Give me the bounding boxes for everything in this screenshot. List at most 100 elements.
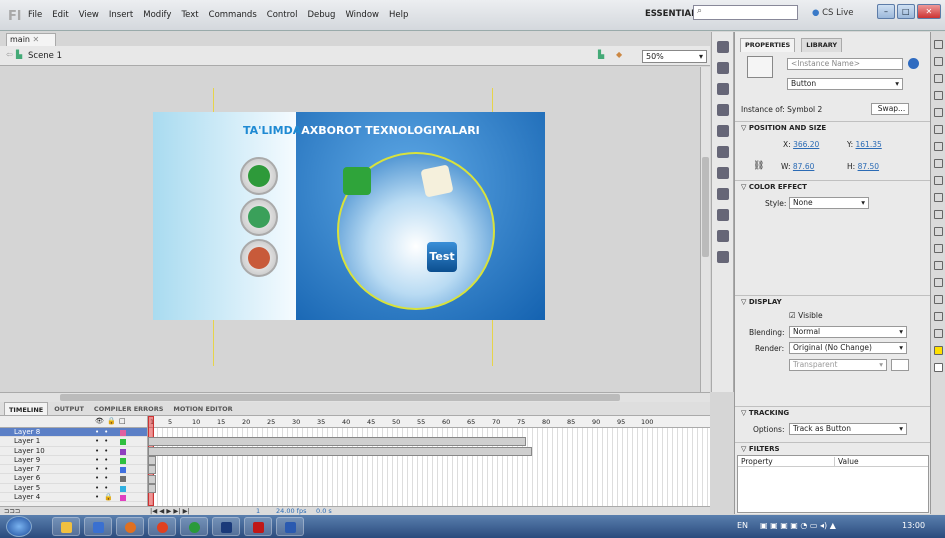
language-indicator[interactable]: EN: [737, 521, 748, 530]
menu-file[interactable]: File: [28, 10, 42, 20]
layer-row[interactable]: Layer 8 ••: [0, 428, 147, 438]
tray-icons[interactable]: ▣ ▣ ▣ ▣ ◔ ▭ ◂) ▲: [760, 521, 836, 530]
stage-horizontal-scrollbar[interactable]: [0, 392, 710, 402]
tab-library[interactable]: LIBRARY: [801, 38, 843, 52]
paint-bucket-icon[interactable]: [933, 261, 943, 270]
lock-icon[interactable]: 🔒: [107, 417, 116, 425]
eyedropper-icon[interactable]: [933, 278, 943, 287]
history-icon[interactable]: [716, 230, 729, 242]
layer-color[interactable]: [120, 448, 126, 455]
playback-controls[interactable]: |◀ ◀ ▶ ▶| ▶|: [150, 507, 190, 515]
swatches-icon[interactable]: [716, 125, 729, 137]
clock[interactable]: 13:00: [902, 521, 925, 530]
lasso-icon[interactable]: [933, 108, 943, 117]
menu-help[interactable]: Help: [389, 10, 408, 20]
layer-color[interactable]: [120, 457, 126, 464]
h-value[interactable]: 87.50: [858, 162, 879, 171]
align-icon[interactable]: [716, 41, 729, 53]
subselection-tool-icon[interactable]: [933, 57, 943, 66]
taskbar-chrome[interactable]: [180, 517, 208, 536]
layer-color[interactable]: [120, 430, 126, 436]
brush-icon[interactable]: [933, 210, 943, 219]
pencil-icon[interactable]: [933, 193, 943, 202]
frame-span[interactable]: [148, 456, 156, 465]
layer-row[interactable]: Layer 7 ••: [0, 465, 147, 475]
test-button[interactable]: Test: [427, 242, 457, 272]
menu-commands[interactable]: Commands: [209, 10, 257, 20]
menu-control[interactable]: Control: [267, 10, 298, 20]
layer-toggles[interactable]: •🔒: [95, 493, 118, 502]
stage-vertical-scrollbar[interactable]: [700, 67, 710, 392]
document-tab[interactable]: main ✕: [6, 33, 56, 46]
people-button[interactable]: [240, 239, 278, 277]
filters-header[interactable]: ▽ FILTERS: [735, 442, 931, 454]
y-value[interactable]: 161.35: [856, 140, 882, 149]
menu-text[interactable]: Text: [181, 10, 198, 20]
frame-span[interactable]: [148, 437, 526, 446]
back-arrow-icon[interactable]: ⇦: [6, 50, 13, 59]
layer-toggles[interactable]: ••: [95, 484, 113, 493]
visible-checkbox[interactable]: ☑ Visible: [789, 311, 823, 320]
tracking-options-select[interactable]: Track as Button ▾: [789, 423, 907, 435]
layer-toggles[interactable]: ••: [95, 474, 113, 483]
display-header[interactable]: ▽ DISPLAY: [735, 295, 931, 307]
taskbar-photoshop[interactable]: [212, 517, 240, 536]
color-effect-header[interactable]: ▽ COLOR EFFECT: [735, 180, 931, 192]
line-tool-icon[interactable]: [933, 159, 943, 168]
frame-span[interactable]: [148, 475, 156, 484]
transform-icon[interactable]: [716, 83, 729, 95]
taskbar-flash[interactable]: [244, 517, 272, 536]
w-value[interactable]: 87.60: [793, 162, 814, 171]
render-select[interactable]: Original (No Change) ▾: [789, 342, 907, 354]
frame-ruler[interactable]: 1 5 10 15 20 25 30 35 40 45 50 55 60 65 …: [148, 416, 710, 428]
close-tab-icon[interactable]: ✕: [33, 35, 40, 44]
tab-timeline[interactable]: TIMELINE: [4, 402, 49, 415]
taskbar-app[interactable]: [84, 517, 112, 536]
free-transform-icon[interactable]: [933, 74, 943, 83]
layer-toggles[interactable]: ••: [95, 428, 113, 437]
layer-toggles[interactable]: ••: [95, 456, 113, 465]
close-button[interactable]: ✕: [916, 4, 941, 19]
layer-toggles[interactable]: ••: [95, 447, 113, 456]
eye-icon[interactable]: 👁: [95, 417, 104, 425]
position-size-header[interactable]: ▽ POSITION AND SIZE: [735, 121, 931, 133]
text-tool-icon[interactable]: [933, 142, 943, 151]
new-layer-icon[interactable]: ⊐⊐⊐: [4, 507, 20, 515]
scene-label[interactable]: Scene 1: [28, 51, 62, 61]
menu-edit[interactable]: Edit: [52, 10, 68, 20]
project-icon[interactable]: [716, 209, 729, 221]
tab-compiler-errors[interactable]: COMPILER ERRORS: [90, 402, 167, 415]
taskbar-explorer[interactable]: [52, 517, 80, 536]
layer-color[interactable]: [120, 495, 126, 502]
stage-canvas[interactable]: TA'LIMDAAXBOROT TEXNOLOGIYALARI Test: [153, 112, 545, 320]
selection-tool-icon[interactable]: [933, 40, 943, 49]
info-icon[interactable]: [716, 62, 729, 74]
frame-span[interactable]: [148, 447, 532, 456]
bone-icon[interactable]: [933, 244, 943, 253]
scroll-thumb[interactable]: [702, 157, 709, 257]
layer-toggles[interactable]: ••: [95, 465, 113, 474]
taskbar-word[interactable]: [276, 517, 304, 536]
pen-icon[interactable]: [933, 125, 943, 134]
taskbar-media[interactable]: [116, 517, 144, 536]
start-button[interactable]: [6, 516, 32, 537]
layer-color[interactable]: [120, 467, 126, 474]
transparent-select[interactable]: Transparent ▾: [789, 359, 887, 371]
motion-presets-icon[interactable]: [716, 146, 729, 158]
tab-output[interactable]: OUTPUT: [50, 402, 88, 415]
hand-icon[interactable]: [933, 312, 943, 321]
menu-insert[interactable]: Insert: [109, 10, 133, 20]
link-constrain-icon[interactable]: ⛓: [753, 161, 764, 171]
layer-row[interactable]: Layer 4 •🔒: [0, 493, 147, 503]
eraser-icon[interactable]: [933, 295, 943, 304]
components-icon[interactable]: [716, 167, 729, 179]
frame-rate[interactable]: 24.00 fps: [276, 507, 306, 515]
cs-live-button[interactable]: ● CS Live: [812, 8, 854, 18]
menu-modify[interactable]: Modify: [143, 10, 171, 20]
edit-symbol-icon[interactable]: ◆: [616, 50, 622, 59]
x-value[interactable]: 366.20: [793, 140, 819, 149]
zoom-select[interactable]: 50% ▾: [642, 50, 707, 63]
scroll-thumb-h[interactable]: [60, 394, 620, 401]
menu-debug[interactable]: Debug: [308, 10, 336, 20]
layer-row[interactable]: Layer 5 ••: [0, 484, 147, 494]
